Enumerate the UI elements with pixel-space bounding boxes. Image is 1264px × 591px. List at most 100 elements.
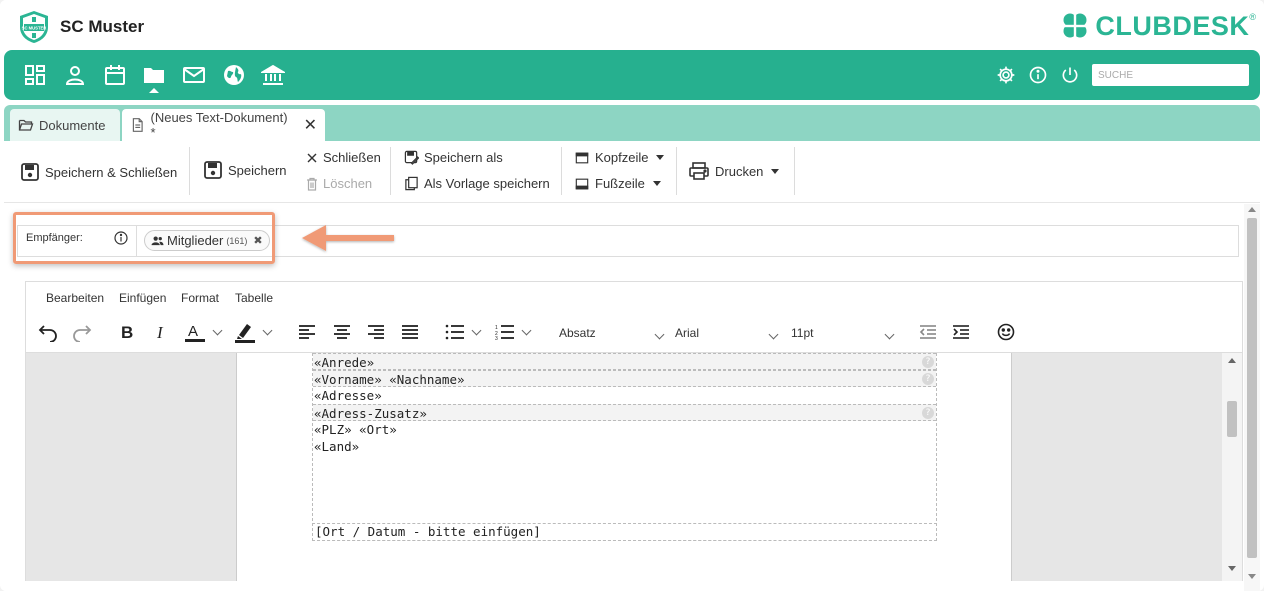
editor-menubar: Bearbeiten Einfügen Format Tabelle: [26, 282, 1242, 312]
block-format-select[interactable]: Absatz: [559, 326, 596, 340]
svg-text:B: B: [121, 323, 133, 342]
calendar-icon[interactable]: [103, 63, 127, 87]
outdent-icon[interactable]: [919, 322, 937, 342]
help-icon[interactable]: ?: [922, 373, 934, 385]
menu-insert[interactable]: Einfügen: [119, 291, 166, 305]
chevron-down-icon[interactable]: [648, 326, 665, 341]
globe-icon[interactable]: [222, 63, 246, 87]
toolbar-divider: [390, 147, 391, 195]
main-nav: [4, 50, 1260, 100]
field-adresse[interactable]: «Adresse»: [313, 387, 936, 404]
bullet-list-icon[interactable]: [445, 322, 482, 342]
footer-icon: [575, 178, 589, 189]
field-land[interactable]: «Land»: [313, 438, 936, 455]
close-tab-icon[interactable]: ✕: [304, 115, 317, 135]
menu-table[interactable]: Tabelle: [235, 291, 273, 305]
editor-scrollbar[interactable]: [1222, 352, 1242, 581]
print-dropdown-button[interactable]: Drucken: [688, 161, 780, 181]
scroll-down-icon[interactable]: [1248, 574, 1256, 579]
text-color-icon[interactable]: A: [184, 322, 223, 342]
close-button[interactable]: Schließen: [306, 150, 381, 165]
document-canvas: «Anrede» ? «Vorname» «Nachname» ? «Adres…: [26, 352, 1222, 581]
toolbar-divider: [676, 147, 677, 195]
align-center-icon[interactable]: [333, 322, 351, 342]
gear-icon[interactable]: [996, 65, 1016, 85]
remove-chip-icon[interactable]: ✖: [253, 234, 262, 247]
toolbar-divider: [561, 147, 562, 195]
footer-dropdown-button[interactable]: Fußzeile: [574, 176, 661, 191]
scroll-up-icon[interactable]: [1228, 358, 1236, 363]
chevron-down-icon: [471, 325, 482, 335]
menu-edit[interactable]: Bearbeiten: [46, 291, 104, 305]
field-text: «Vorname» «Nachname»: [314, 372, 465, 387]
undo-icon[interactable]: [38, 322, 58, 342]
chevron-down-icon[interactable]: [878, 326, 895, 341]
align-justify-icon[interactable]: [401, 322, 419, 342]
field-text: «Land»: [314, 439, 360, 454]
save-close-button[interactable]: Speichern & Schließen: [20, 162, 177, 182]
field-text: «Adress-Zusatz»: [314, 406, 427, 421]
recipient-field[interactable]: Empfänger: Mitglieder (161) ✖: [17, 225, 1239, 257]
brand-name: CLUBDESK: [1095, 10, 1250, 41]
power-icon[interactable]: [1060, 65, 1080, 85]
folder-icon[interactable]: [142, 63, 166, 87]
document-page[interactable]: «Anrede» ? «Vorname» «Nachname» ? «Adres…: [236, 353, 1012, 581]
redo-icon[interactable]: [72, 322, 92, 342]
scroll-down-icon[interactable]: [1228, 566, 1236, 571]
brand-registered: ®: [1249, 12, 1256, 22]
delete-button[interactable]: Löschen: [306, 176, 372, 191]
field-plz-ort[interactable]: «PLZ» «Ort»: [313, 421, 936, 438]
person-icon[interactable]: [63, 63, 87, 87]
italic-icon[interactable]: I: [154, 322, 170, 342]
scroll-up-icon[interactable]: [1248, 207, 1256, 212]
document-toolbar: Speichern & Schließen Speichern Schließe…: [4, 141, 1260, 203]
emoji-icon[interactable]: [997, 322, 1015, 342]
copy-icon: [405, 176, 418, 191]
search-input[interactable]: [1092, 64, 1249, 86]
info-icon[interactable]: [114, 231, 128, 245]
align-right-icon[interactable]: [367, 322, 385, 342]
tab-neues-text-dokument[interactable]: (Neues Text-Dokument) * ✕: [122, 109, 325, 141]
help-icon[interactable]: ?: [922, 356, 934, 368]
scrollbar-thumb[interactable]: [1247, 218, 1257, 558]
date-placeholder[interactable]: [Ort / Datum - bitte einfügen]: [312, 523, 937, 541]
mail-icon[interactable]: [182, 63, 206, 87]
header-dropdown-button[interactable]: Kopfzeile: [574, 150, 665, 165]
dashboard-icon[interactable]: [23, 63, 47, 87]
document-content: Empfänger: Mitglieder (161) ✖ Bearbeiten…: [4, 204, 1260, 591]
club-logo[interactable]: SC MUSTER: [16, 9, 52, 45]
field-adress-zusatz[interactable]: «Adress-Zusatz» ?: [313, 404, 936, 421]
club-name: SC Muster: [60, 17, 145, 36]
bank-icon[interactable]: [259, 63, 287, 87]
app-header: SC MUSTER SC Muster CLUBDESK ®: [0, 0, 1264, 50]
recipient-chip[interactable]: Mitglieder (161) ✖: [144, 230, 270, 251]
save-as-template-button[interactable]: Als Vorlage speichern: [404, 176, 550, 191]
clover-icon: [1063, 13, 1088, 38]
numbered-list-icon[interactable]: 123: [495, 322, 532, 342]
scrollbar-thumb[interactable]: [1227, 401, 1237, 437]
bold-icon[interactable]: B: [119, 322, 135, 342]
header-icon: [575, 152, 589, 163]
field-vorname-nachname[interactable]: «Vorname» «Nachname» ?: [313, 370, 936, 387]
font-family-select[interactable]: Arial: [675, 326, 699, 340]
chevron-down-icon[interactable]: [762, 326, 779, 341]
save-button[interactable]: Speichern: [203, 160, 287, 180]
toolbar-divider: [189, 147, 190, 195]
chevron-down-icon: [652, 181, 661, 186]
save-as-button[interactable]: Speichern als: [404, 150, 503, 165]
font-size-select[interactable]: 11pt: [791, 326, 813, 340]
field-anrede[interactable]: «Anrede» ?: [313, 353, 936, 370]
indent-icon[interactable]: [952, 322, 970, 342]
highlight-color-icon[interactable]: [234, 322, 273, 343]
recipient-divider: [136, 226, 137, 256]
chip-count: (161): [226, 235, 248, 246]
info-icon[interactable]: [1028, 65, 1048, 85]
page-scrollbar[interactable]: [1244, 204, 1260, 591]
align-left-icon[interactable]: [298, 322, 316, 342]
help-icon[interactable]: ?: [922, 407, 934, 419]
tab-dokumente[interactable]: Dokumente: [10, 109, 120, 141]
trash-icon: [307, 177, 317, 191]
svg-text:3: 3: [495, 336, 498, 340]
clubdesk-logo: CLUBDESK ®: [1059, 10, 1256, 42]
menu-format[interactable]: Format: [181, 291, 219, 305]
